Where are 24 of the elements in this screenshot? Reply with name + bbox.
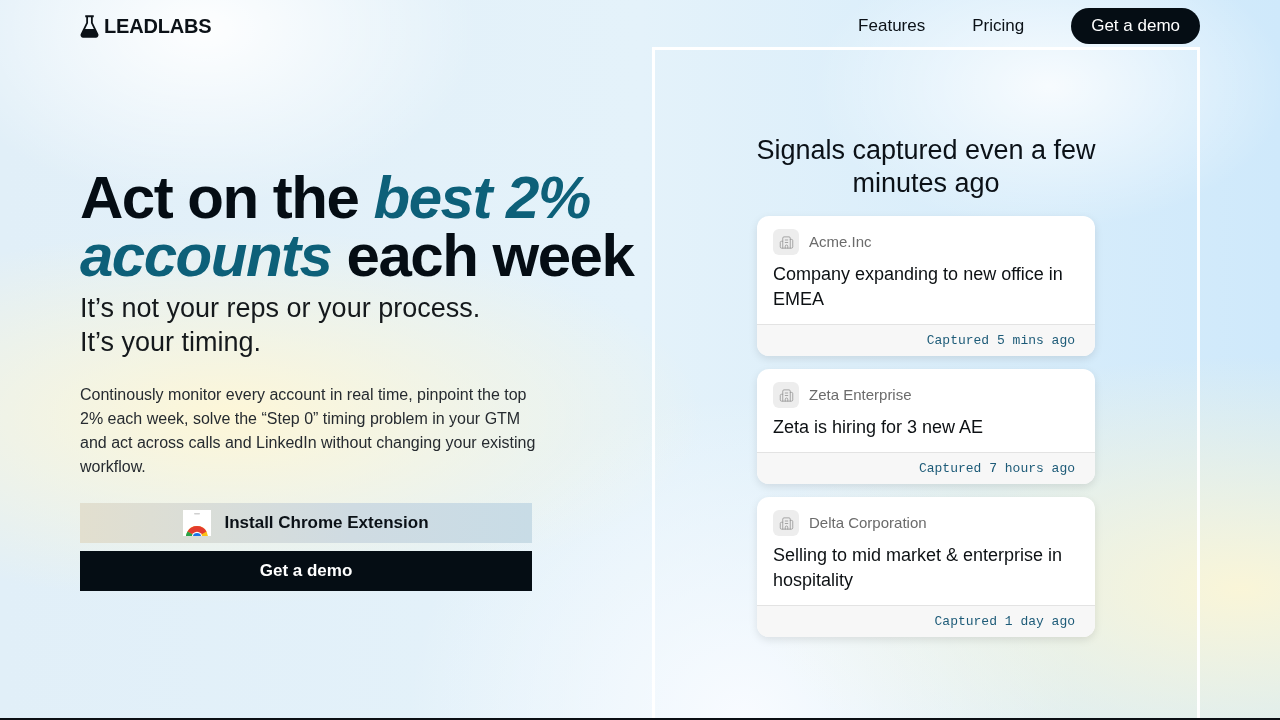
- signal-text: Zeta is hiring for 3 new AE: [773, 416, 985, 439]
- nav-link[interactable]: Pricing: [972, 13, 1025, 39]
- panel-title: Signals captured even a few minutes ago: [755, 134, 1097, 200]
- signal-text: Company expanding to new office in EMEA: [773, 263, 1064, 311]
- signal-text: Selling to mid market & enterprise in hospitality: [773, 544, 1064, 592]
- brand-name[interactable]: LEADLABS: [104, 11, 212, 41]
- company-name: Acme.Inc: [809, 231, 872, 252]
- chrome-store-icon: [183, 510, 212, 536]
- company-name: Delta Corporation: [809, 512, 927, 533]
- building-icon: [773, 229, 799, 255]
- hero-subheading: It’s not your reps or your process. It’s your timing.: [80, 292, 482, 359]
- hero-description: Continously monitor every account in real time, pinpoint the top 2% each week, solve the “Step 0” timing problem in your GTM and act across calls and LinkedIn without changing your existing workflow.: [80, 385, 537, 477]
- nav-link[interactable]: Features: [858, 13, 926, 39]
- building-icon: [773, 382, 799, 408]
- building-icon: [773, 510, 799, 536]
- flask-icon: [80, 14, 99, 38]
- captured-time: Captured 1 day ago: [934, 612, 1075, 631]
- captured-time: Captured 5 mins ago: [926, 331, 1075, 350]
- hero-heading: Act on the best 2% accounts each week: [80, 169, 636, 285]
- demo-button[interactable]: Get a demo: [80, 551, 532, 591]
- nav-demo-button[interactable]: Get a demo: [1071, 8, 1200, 44]
- company-name: Zeta Enterprise: [809, 384, 912, 405]
- install-extension-button[interactable]: Install Chrome Extension: [80, 503, 532, 543]
- captured-time: Captured 7 hours ago: [918, 459, 1075, 478]
